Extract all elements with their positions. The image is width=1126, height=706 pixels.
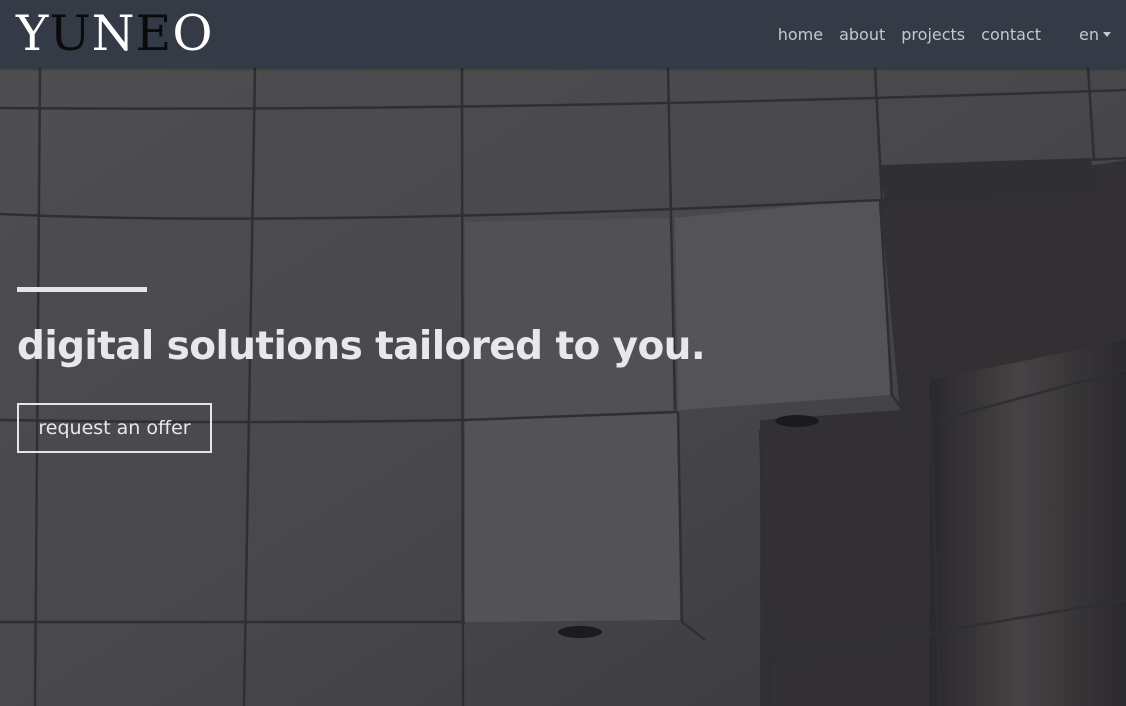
nav-item-home[interactable]: home [778, 25, 823, 44]
logo-wordmark: YUNEO [16, 5, 214, 62]
nav-item-about[interactable]: about [839, 25, 885, 44]
request-offer-button[interactable]: request an offer [17, 403, 212, 453]
nav-links: home about projects contact en [778, 0, 1126, 68]
accent-divider [17, 287, 147, 292]
nav-item-projects[interactable]: projects [901, 25, 965, 44]
navbar: YUNEO home about projects contact en [0, 0, 1126, 68]
hero-headline: digital solutions tailored to you. [17, 324, 706, 369]
language-selected: en [1079, 24, 1099, 44]
brand-logo[interactable]: YUNEO [16, 8, 220, 60]
language-dropdown[interactable]: en [1079, 25, 1111, 44]
caret-down-icon [1103, 32, 1111, 37]
nav-item-contact[interactable]: contact [981, 25, 1041, 44]
